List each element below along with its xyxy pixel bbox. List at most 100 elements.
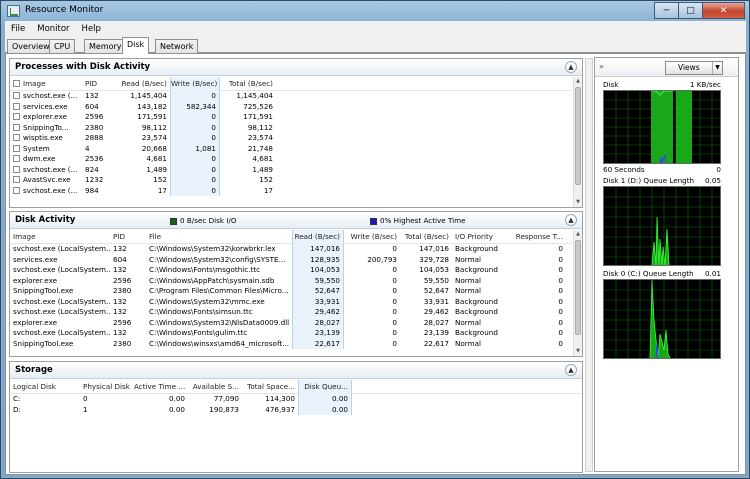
chevron-up-icon[interactable]: ▲ [565,364,577,376]
table-cell: 132 [110,328,146,339]
double-chevron-right-icon[interactable]: » [599,62,604,71]
column-header[interactable]: Disk Queu... [298,380,352,394]
scroll-down-icon[interactable]: ▼ [574,198,582,207]
row-checkbox[interactable] [13,123,20,131]
table-cell: 33,931 [292,296,344,307]
tab-network[interactable]: Network [155,39,199,53]
column-header[interactable]: Total (B/sec) [400,230,452,244]
column-header[interactable]: I/O Priority [452,230,510,244]
column-header[interactable]: Active Time ... [134,380,188,394]
minimize-button[interactable]: ─ [654,2,679,19]
disk-activity-scrollbar[interactable]: ▲ ▼ [573,230,582,356]
table-row[interactable]: svchost.exe (LocalSystem... 132 C:\Windows… [10,328,572,339]
cell-value: 1,145,404 [130,91,167,100]
scroll-down-icon[interactable]: ▼ [574,347,582,356]
table-row[interactable]: SnippingTool.exe 2380 C:\Windows\winsxs\am… [10,338,572,349]
column-header[interactable]: PID [110,230,146,244]
column-header[interactable]: Read (B/sec) [120,77,170,91]
menu-monitor[interactable]: Monitor [31,24,75,34]
column-header[interactable]: Image [10,230,110,244]
table-row[interactable]: SnippingTo... 2380 98,112 0 98,112 [10,122,572,133]
table-row[interactable]: svchost.exe (LocalSystem... 132 C:\Windows… [10,296,572,307]
row-checkbox[interactable] [13,113,20,120]
column-header[interactable]: Logical Disk [10,380,80,394]
row-checkbox[interactable] [13,92,20,99]
column-header[interactable]: Available S... [188,380,242,394]
tab-cpu[interactable]: CPU [49,39,76,53]
cell-value: 104,053 [419,265,449,274]
maximize-button[interactable]: □ [678,2,703,19]
column-header[interactable]: PID [82,77,120,91]
table-row[interactable]: svchost.exe (LocalSystem... 132 C:\Windows… [10,265,572,276]
main-scrollbar[interactable] [585,58,593,472]
chevron-up-icon[interactable]: ▲ [565,61,577,73]
title-bar[interactable]: Resource Monitor ─ □ ✕ [1,1,749,21]
row-checkbox[interactable] [13,155,20,162]
table-cell: 0 [510,244,566,255]
menu-file[interactable]: File [5,24,31,34]
column-header[interactable]: Response T... [510,230,566,244]
cell-value: 476,937 [265,404,295,414]
tab-memory[interactable]: Memory [84,39,127,53]
row-checkbox[interactable] [13,186,20,194]
column-header[interactable]: Read (B/sec) [292,230,344,244]
column-header[interactable]: Physical Disk [80,380,134,394]
row-checkbox[interactable] [13,165,20,173]
processes-scrollbar[interactable]: ▲ ▼ [573,77,582,207]
table-row[interactable]: svchost.exe (LocalSystem... 132 C:\Windows… [10,307,572,318]
tab-overview[interactable]: Overview [7,39,55,53]
table-row[interactable]: D: 1 0.00 190,873 476,937 0.00 [10,404,582,415]
scroll-up-icon[interactable]: ▲ [574,230,582,239]
table-row[interactable]: explorer.exe 2596 C:\Windows\System32\NlsD… [10,317,572,329]
table-cell: 0 [510,265,566,276]
column-header[interactable]: File [146,230,292,244]
cell-value: 132 [113,328,127,337]
row-checkbox[interactable] [13,176,20,183]
scroll-thumb[interactable] [575,240,581,335]
menu-help[interactable]: Help [76,24,107,34]
table-row[interactable]: SnippingTool.exe 2380 C:\Program Files\Com… [10,286,572,297]
column-header-label: Write (B/sec) [171,79,218,88]
column-header[interactable]: Write (B/sec) [344,230,400,244]
table-row[interactable]: svchost.exe (... 984 17 0 17 [10,185,572,196]
processes-table: Image PID Read (B/sec) Write (B/sec) Total (… [10,77,572,207]
row-checkbox[interactable] [13,134,20,141]
select-all-checkbox[interactable] [13,80,20,87]
column-header[interactable]: Write (B/sec) [170,77,220,91]
cell-value: 0 [211,122,216,132]
scroll-thumb[interactable] [575,87,581,185]
column-header[interactable]: Total (B/sec) [220,77,276,91]
table-row[interactable]: svchost.exe (... 824 1,489 0 1,489 [10,164,572,175]
cell-value: C:\Windows\winsxs\amd64_microsoft... [149,338,290,348]
table-cell: explorer.exe [10,318,110,329]
table-row[interactable]: svchost.exe (LocalSystem... 132 C:\Windows… [10,244,572,255]
table-row[interactable]: explorer.exe 2596 C:\Windows\AppPatch\sysm… [10,275,572,286]
column-header[interactable]: Image [10,77,82,91]
cell-value: SnippingTo... [23,122,69,132]
disk-activity-panel-header[interactable]: Disk Activity 0 B/sec Disk I/O 0% Highes… [10,212,582,229]
column-header[interactable]: Total Space... [242,380,298,394]
processes-panel-header[interactable]: Processes with Disk Activity ▲ [10,59,582,76]
table-cell: svchost.exe (LocalSystem... [10,265,110,276]
table-row[interactable]: services.exe 604 143,182 582,344 725,526 [10,101,572,112]
tab-disk[interactable]: Disk [122,37,150,54]
storage-panel-header[interactable]: Storage ▲ [10,362,582,379]
views-dropdown[interactable]: Views ▼ [665,61,723,75]
table-row[interactable]: explorer.exe 2596 171,591 0 171,591 [10,112,572,123]
row-checkbox[interactable] [13,102,20,110]
table-row[interactable]: C: 0 0.00 77,090 114,300 0.00 [10,394,582,405]
table-row[interactable]: services.exe 604 C:\Windows\System32\confi… [10,254,572,265]
chevron-down-icon: ▼ [712,62,722,74]
table-row[interactable]: System 4 20,668 1,081 21,748 [10,143,572,154]
cell-value: 0 [558,328,563,337]
table-cell: 2380 [110,286,146,297]
table-row[interactable]: wisptis.exe 2888 23,574 0 23,574 [10,133,572,144]
table-row[interactable]: svchost.exe (... 132 1,145,404 0 1,145,404 [10,91,572,102]
chevron-up-icon[interactable]: ▲ [565,214,577,226]
table-row[interactable]: dwm.exe 2536 4,681 0 4,681 [10,154,572,165]
scroll-up-icon[interactable]: ▲ [574,77,582,86]
row-checkbox[interactable] [13,144,20,152]
close-button[interactable]: ✕ [702,2,745,19]
table-row[interactable]: AvastSvc.exe 1232 152 0 152 [10,175,572,186]
cell-value: explorer.exe [23,112,68,121]
